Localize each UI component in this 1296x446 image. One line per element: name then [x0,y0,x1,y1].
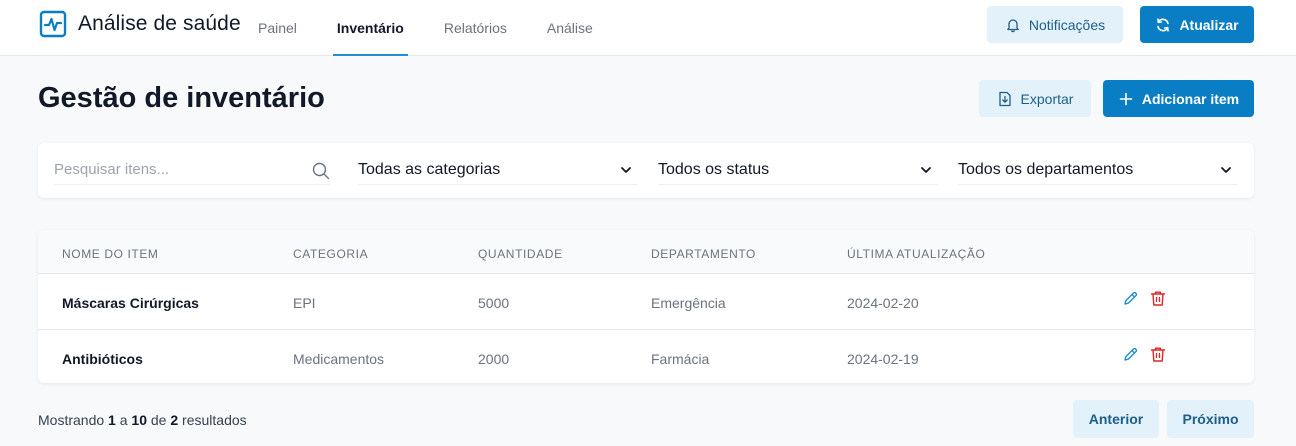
file-download-icon [998,91,1011,106]
nav-tab-painel[interactable]: Painel [258,0,297,56]
column-header-department[interactable]: Departamento [651,247,756,261]
category-select-value: Todas as categorias [358,160,501,178]
next-page-button[interactable]: Próximo [1167,400,1254,438]
chevron-down-icon [921,166,931,173]
refresh-button[interactable]: Atualizar [1140,6,1254,43]
column-header-last-updated[interactable]: Última atualização [847,247,985,261]
cell-department: Emergência [651,295,726,311]
add-item-label: Adicionar item [1141,90,1240,107]
column-header-quantity[interactable]: Quantidade [478,247,563,261]
table-row: Máscaras Cirúrgicas EPI 5000 Emergência … [38,274,1254,329]
cell-quantity: 5000 [478,295,510,311]
export-button[interactable]: Exportar [979,80,1091,117]
pagination-to: 10 [131,412,147,428]
cell-category: EPI [293,295,316,311]
table-row: Antibióticos Medicamentos 2000 Farmácia … [38,329,1254,383]
notifications-button[interactable]: Notificações [987,6,1123,43]
nav-tab-inventario[interactable]: Inventário [332,0,408,56]
pagination-of: de [150,412,167,428]
edit-icon[interactable] [1122,290,1139,307]
page-title: Gestão de inventário [38,82,325,114]
search-field[interactable] [54,155,330,185]
chevron-down-icon [621,166,631,173]
nav-tab-analise[interactable]: Análise [547,0,593,56]
app-title: Análise de saúde [78,12,241,35]
main-nav: Painel Inventário Relatórios Análise [258,0,633,56]
cell-quantity: 2000 [478,351,510,367]
refresh-icon [1157,17,1170,32]
search-input[interactable] [54,155,330,183]
table-header: Nome do item Categoria Quantidade Depart… [38,230,1254,274]
pagination-summary: Mostrando 1 a 10 de 2 resultados [38,412,247,428]
column-header-item-name[interactable]: Nome do item [62,247,159,261]
filter-bar: Todas as categorias Todos os status Todo… [38,143,1254,198]
pagination-prefix: Mostrando [38,412,105,428]
cell-last-updated: 2024-02-19 [847,351,919,367]
trash-icon[interactable] [1150,290,1166,307]
pagination-suffix: resultados [182,412,247,428]
cell-last-updated: 2024-02-20 [847,295,919,311]
edit-icon[interactable] [1122,346,1139,363]
category-select[interactable]: Todas as categorias [358,155,638,185]
status-select-value: Todos os status [658,160,770,178]
department-select-value: Todos os departamentos [958,160,1134,178]
department-select[interactable]: Todos os departamentos [958,155,1238,185]
cell-item-name: Antibióticos [62,351,143,367]
refresh-label: Atualizar [1179,16,1239,33]
nav-tab-relatorios[interactable]: Relatórios [444,0,507,56]
column-header-category[interactable]: Categoria [293,247,368,261]
previous-page-button[interactable]: Anterior [1073,400,1159,438]
pagination-sep: a [119,412,128,428]
brand[interactable]: Análise de saúde [39,10,241,38]
status-select[interactable]: Todos os status [658,155,938,185]
pagination-from: 1 [108,412,116,428]
search-icon[interactable] [312,162,330,180]
top-navigation-bar: Análise de saúde Painel Inventário Relat… [0,0,1296,56]
export-label: Exportar [1020,90,1074,107]
pagination-total: 2 [170,412,179,428]
cell-category: Medicamentos [293,351,385,367]
heart-pulse-icon [39,10,67,38]
cell-item-name: Máscaras Cirúrgicas [62,295,199,311]
inventory-table: Nome do item Categoria Quantidade Depart… [38,230,1254,383]
trash-icon[interactable] [1150,346,1166,363]
add-item-button[interactable]: Adicionar item [1103,80,1254,117]
bell-icon [1007,18,1019,32]
plus-icon [1119,92,1133,105]
notifications-label: Notificações [1028,16,1106,33]
chevron-down-icon [1221,166,1231,173]
cell-department: Farmácia [651,351,710,367]
